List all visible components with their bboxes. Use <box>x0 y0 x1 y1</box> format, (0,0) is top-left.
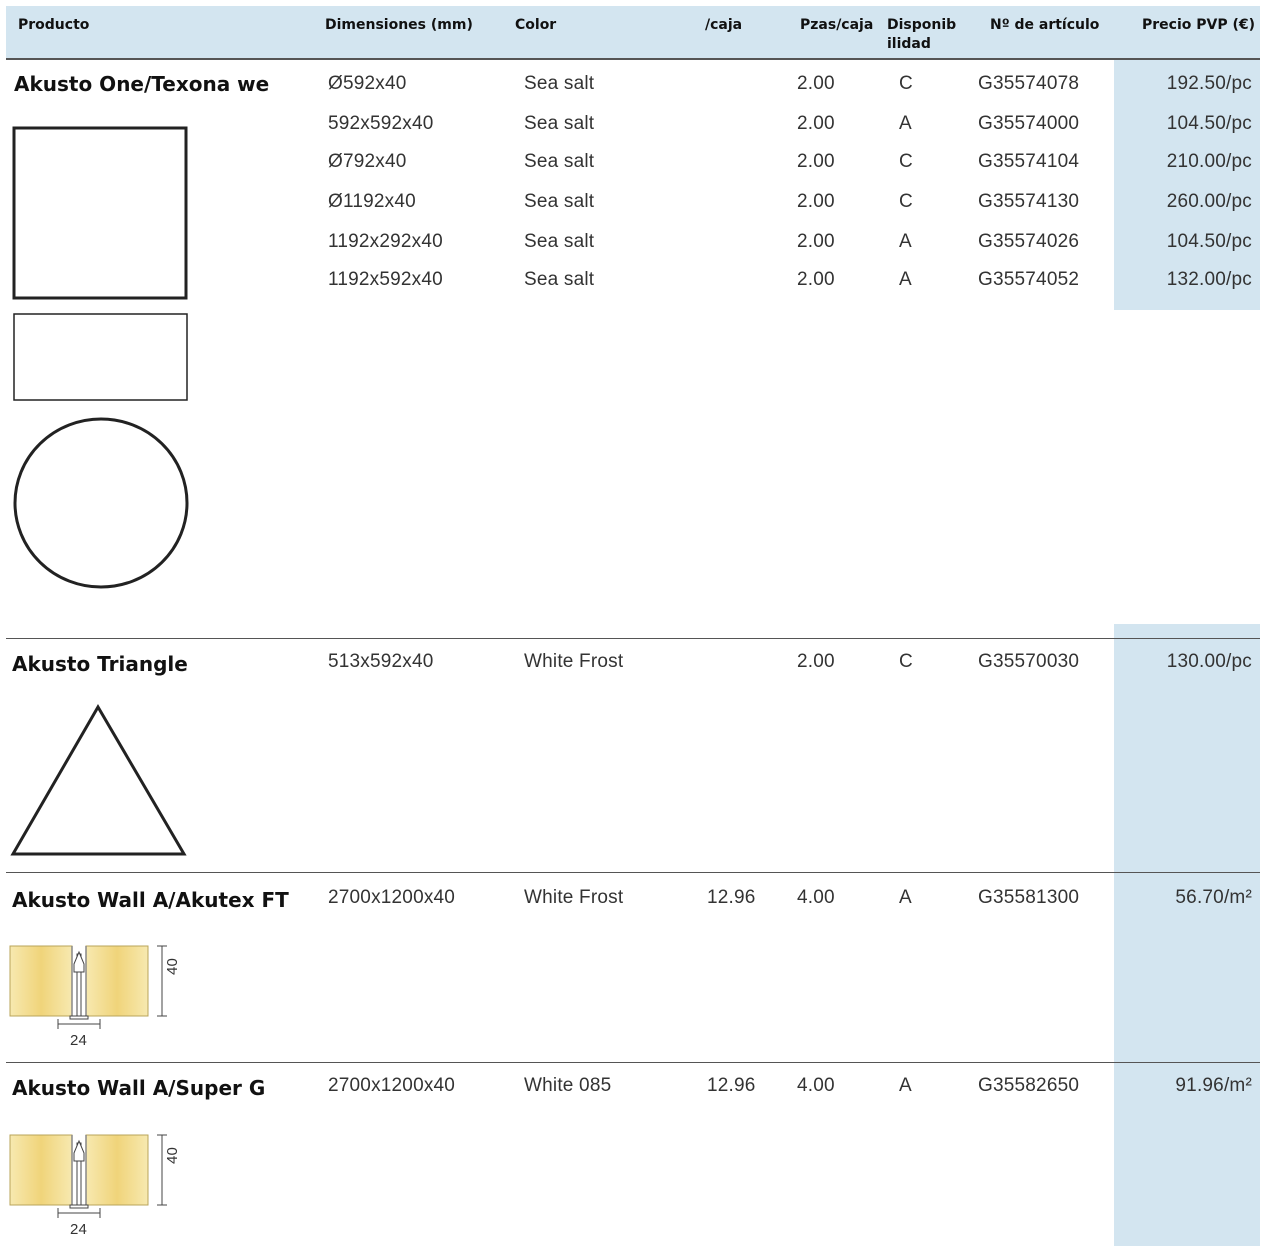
cell-article-number: G35574026 <box>978 231 1080 252</box>
col-precio: Precio PVP (€) <box>1142 17 1256 33</box>
cell-availability: A <box>899 231 912 252</box>
cell-price: 104.50/pc <box>1166 231 1252 252</box>
cell-article-number: G35581300 <box>978 887 1080 908</box>
cell-color: Sea salt <box>524 231 595 252</box>
cell-price: 210.00/pc <box>1166 151 1252 172</box>
section-divider <box>6 1062 1260 1063</box>
cell-article-number: G35582650 <box>978 1075 1080 1096</box>
cell-price: 91.96/m² <box>1175 1075 1252 1096</box>
cell-color: White Frost <box>524 887 624 908</box>
dimension-label-height: 40 <box>164 1146 181 1164</box>
cell-availability: A <box>899 887 912 908</box>
cell-dimensions: Ø792x40 <box>328 151 407 172</box>
cell-pzas: 2.00 <box>797 269 835 290</box>
section-divider <box>6 872 1260 873</box>
cell-availability: A <box>899 269 912 290</box>
cell-dimensions: 513x592x40 <box>328 651 434 672</box>
rectangle-shape-icon <box>13 313 188 401</box>
cell-dimensions: 1192x592x40 <box>328 269 443 290</box>
cell-pzas: 2.00 <box>797 73 835 94</box>
cell-dimensions: 592x592x40 <box>328 113 434 134</box>
price-band-2 <box>1114 624 1260 1246</box>
col-articulo: Nº de artículo <box>990 17 1100 33</box>
cell-price: 130.00/pc <box>1166 651 1252 672</box>
col-pzas: Pzas/caja <box>800 17 874 33</box>
cell-price: 260.00/pc <box>1166 191 1252 212</box>
col-color: Color <box>515 17 557 33</box>
col-producto: Producto <box>18 17 90 33</box>
cell-article-number: G35574000 <box>978 113 1080 134</box>
table-row: 513x592x40 White Frost 2.00 C G35570030 130.0… <box>0 651 1262 691</box>
cell-article-number: G35570030 <box>978 651 1080 672</box>
cell-pzas: 2.00 <box>797 113 835 134</box>
cell-availability: C <box>899 151 913 172</box>
cell-color: Sea salt <box>524 191 595 212</box>
cell-dimensions: Ø592x40 <box>328 73 407 94</box>
cell-availability: A <box>899 1075 912 1096</box>
dimension-label-width: 24 <box>70 1032 88 1049</box>
cell-color: Sea salt <box>524 151 595 172</box>
triangle-shape-icon <box>10 704 187 856</box>
cell-availability: A <box>899 113 912 134</box>
col-disponibilidad: Disponib ilidad <box>887 16 956 54</box>
cell-article-number: G35574104 <box>978 151 1080 172</box>
cell-caja: 12.96 <box>707 1075 756 1096</box>
table-header: Producto Dimensiones (mm) Color /caja Pz… <box>6 6 1260 60</box>
cell-availability: C <box>899 651 913 672</box>
cell-dimensions: 2700x1200x40 <box>328 1075 456 1096</box>
cell-color: Sea salt <box>524 269 595 290</box>
cell-color: Sea salt <box>524 73 595 94</box>
cell-dimensions: 1192x292x40 <box>328 231 443 252</box>
col-disponibilidad-line1: Disponib <box>887 17 957 33</box>
square-shape-icon <box>12 126 188 300</box>
cell-pzas: 2.00 <box>797 191 835 212</box>
cell-color: Sea salt <box>524 113 595 134</box>
cell-color: White Frost <box>524 651 624 672</box>
cell-price: 132.00/pc <box>1166 269 1252 290</box>
cell-dimensions: 2700x1200x40 <box>328 887 456 908</box>
dimension-label-height: 40 <box>164 957 181 975</box>
circle-shape-icon <box>13 417 189 589</box>
shapes-illustration <box>12 126 189 589</box>
cell-pzas: 2.00 <box>797 231 835 252</box>
cell-article-number: G35574052 <box>978 269 1080 290</box>
cell-caja: 12.96 <box>707 887 756 908</box>
cell-pzas: 4.00 <box>797 887 835 908</box>
cell-color: White 085 <box>524 1075 612 1096</box>
wall-profile-diagram <box>9 1134 167 1218</box>
cell-availability: C <box>899 191 913 212</box>
table-row: 2700x1200x40 White Frost 12.96 4.00 A G355813… <box>0 887 1262 927</box>
wall-profile-diagram <box>9 945 167 1029</box>
cell-article-number: G35574130 <box>978 191 1080 212</box>
cell-dimensions: Ø1192x40 <box>328 191 416 212</box>
table-row: 2700x1200x40 White 085 12.96 4.00 A G35582650… <box>0 1075 1262 1115</box>
dimension-label-width: 24 <box>70 1221 88 1238</box>
cell-price: 56.70/m² <box>1175 887 1252 908</box>
cell-price: 192.50/pc <box>1166 73 1252 94</box>
cell-article-number: G35574078 <box>978 73 1080 94</box>
cell-pzas: 4.00 <box>797 1075 835 1096</box>
table-row: Ø592x40 Sea salt 2.00 C G35574078 192.50/pc <box>0 73 1262 113</box>
cell-price: 104.50/pc <box>1166 113 1252 134</box>
cell-pzas: 2.00 <box>797 651 835 672</box>
section-divider <box>6 638 1260 639</box>
col-disponibilidad-line2: ilidad <box>887 36 931 52</box>
col-dimensiones: Dimensiones (mm) <box>325 17 473 33</box>
cell-pzas: 2.00 <box>797 151 835 172</box>
col-caja: /caja <box>705 17 743 33</box>
cell-availability: C <box>899 73 913 94</box>
